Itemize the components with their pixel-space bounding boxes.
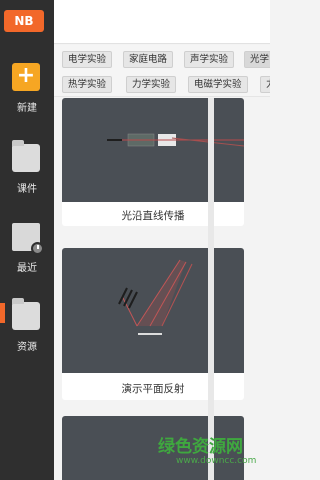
category-filter-bar: 电学实验 家庭电路 声学实验 光学 热学实验 力学实验 电磁学实验 力 [54, 45, 270, 97]
resource-card[interactable]: 演示平面反射 [62, 248, 244, 400]
sidebar-item-label: 最近 [17, 263, 37, 274]
card-title: 演示平面反射 [121, 383, 185, 395]
folder-icon [12, 140, 40, 172]
sidebar-item-resources[interactable]: 资源 [0, 298, 54, 374]
sidebar: NB + 新建 课件 最近 资源 [0, 0, 54, 480]
scrollbar[interactable] [208, 98, 214, 480]
watermark-url: www.downcc.com [176, 456, 257, 466]
watermark: 绿色资源网 www.downcc.com [148, 432, 268, 476]
card-title: 光沿直线传播 [121, 210, 185, 222]
resource-list: 光沿直线传播 演示平面反射 [54, 98, 270, 480]
app-logo: NB [4, 10, 44, 32]
watermark-text: 绿色资源网 [158, 437, 243, 457]
card-thumbnail [62, 98, 244, 202]
filter-chip[interactable]: 力学实验 [126, 76, 177, 93]
clock-icon [31, 242, 44, 255]
resource-card[interactable]: 光沿直线传播 [62, 98, 244, 226]
filter-chip[interactable]: 热学实验 [62, 76, 113, 93]
sidebar-item-label: 资源 [17, 342, 37, 353]
filter-chip[interactable]: 光学 [244, 51, 270, 68]
sidebar-item-courseware[interactable]: 课件 [0, 140, 54, 216]
card-thumbnail [62, 248, 244, 373]
recent-doc-icon [12, 223, 44, 255]
plus-icon: + [12, 63, 40, 91]
top-bar [54, 0, 270, 44]
sidebar-item-recent[interactable]: 最近 [0, 223, 54, 295]
sidebar-item-label: 课件 [17, 184, 37, 195]
sidebar-item-new[interactable]: + 新建 [0, 63, 54, 135]
filter-chip[interactable]: 声学实验 [184, 51, 235, 68]
light-propagation-illustration [107, 133, 244, 147]
sidebar-item-label: 新建 [17, 103, 37, 114]
app-window: NB + 新建 课件 最近 资源 电学实验 家庭电路 声学实验 光学 热学实验 … [0, 0, 270, 480]
filter-chip[interactable]: 电磁学实验 [188, 76, 248, 93]
filter-chip[interactable]: 家庭电路 [123, 51, 174, 68]
filter-chip[interactable]: 电学实验 [62, 51, 113, 68]
filter-chip[interactable]: 力 [260, 76, 270, 93]
plane-reflection-illustration [118, 259, 193, 335]
folder-icon [12, 298, 40, 330]
